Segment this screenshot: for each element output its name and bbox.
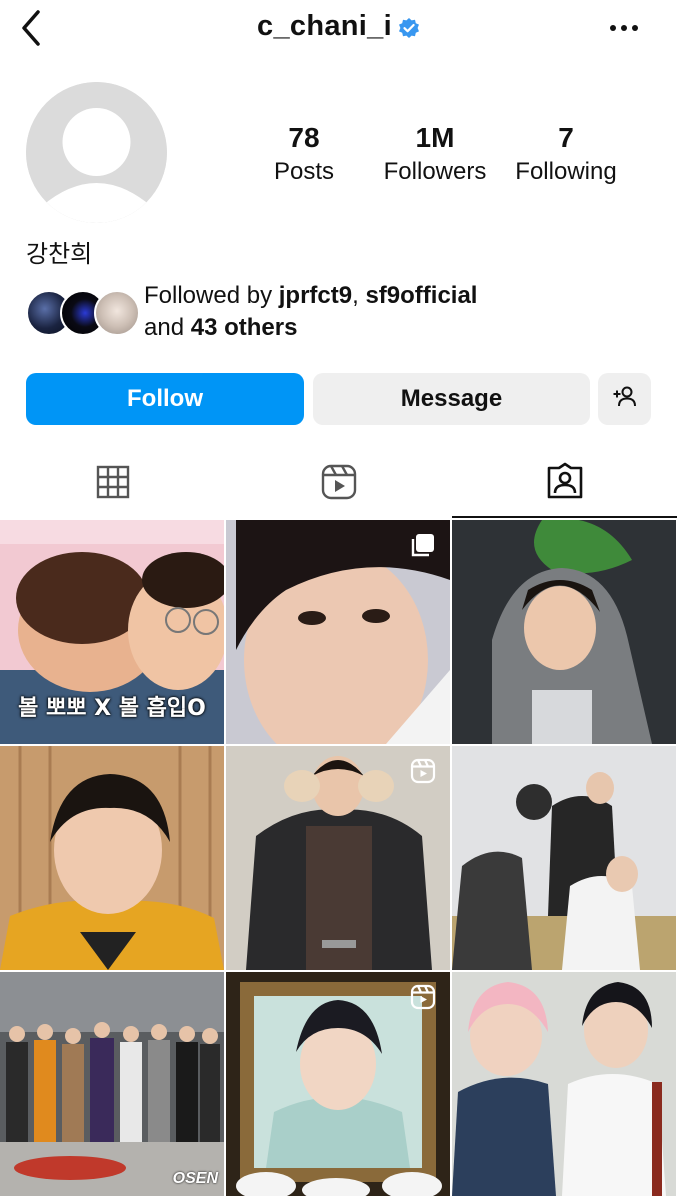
- reel-icon: [410, 758, 436, 784]
- following-stat[interactable]: 7 Following: [505, 122, 627, 190]
- suggest-users-button[interactable]: [598, 373, 651, 425]
- posts-label: Posts: [273, 158, 335, 185]
- post-thumbnail[interactable]: [226, 746, 450, 970]
- post-image: [452, 972, 676, 1196]
- post-image: [0, 746, 224, 970]
- display-name: 강찬희: [26, 240, 93, 268]
- post-thumbnail[interactable]: [0, 746, 224, 970]
- post-image: [452, 746, 676, 970]
- following-label: Following: [515, 158, 617, 185]
- posts-stat[interactable]: 78 Posts: [258, 122, 350, 190]
- post-thumbnail[interactable]: 볼 뽀뽀 X 볼 흡입O: [0, 520, 224, 744]
- tab-tagged[interactable]: [452, 450, 677, 518]
- post-thumbnail[interactable]: [452, 746, 676, 970]
- post-thumbnail[interactable]: [226, 520, 450, 744]
- reels-icon: [321, 464, 357, 505]
- following-count: 7: [558, 122, 574, 153]
- verified-badge-icon: [398, 14, 420, 39]
- tagged-person-icon: [546, 462, 584, 505]
- reel-icon: [410, 984, 436, 1010]
- profile-username: c_chani_i: [257, 10, 392, 42]
- separator: ,: [352, 282, 366, 309]
- followed-by-text[interactable]: Followed by jprfct9, sf9official and 43 …: [144, 280, 477, 344]
- grid-icon: [96, 465, 130, 504]
- followed-by-prefix: Followed by: [144, 282, 279, 309]
- post-thumbnail[interactable]: OSEN: [0, 972, 224, 1196]
- tagged-posts-grid: 볼 뽀뽀 X 볼 흡입O OSEN: [0, 520, 677, 1200]
- followers-count: 1M: [415, 122, 455, 153]
- tab-reels[interactable]: [226, 450, 451, 518]
- profile-header-title: c_chani_i: [0, 10, 677, 43]
- watermark-text: OSEN: [172, 1170, 218, 1187]
- ellipsis-icon[interactable]: [607, 16, 641, 40]
- follow-button[interactable]: Follow: [26, 373, 304, 425]
- post-thumbnail[interactable]: [452, 520, 676, 744]
- post-image: [0, 972, 224, 1196]
- post-thumbnail[interactable]: [452, 972, 676, 1196]
- mutual-followers-avatars[interactable]: [26, 290, 140, 338]
- mutual-username[interactable]: sf9official: [365, 282, 477, 309]
- message-button[interactable]: Message: [313, 373, 590, 425]
- post-caption-overlay: 볼 뽀뽀 X 볼 흡입O: [18, 696, 206, 721]
- posts-count: 78: [288, 122, 320, 153]
- carousel-icon: [410, 532, 436, 558]
- post-image: [452, 520, 676, 744]
- post-thumbnail[interactable]: [226, 972, 450, 1196]
- profile-avatar[interactable]: [26, 82, 167, 223]
- followers-stat[interactable]: 1M Followers: [370, 122, 500, 190]
- mutual-avatar: [94, 290, 140, 336]
- top-bar: c_chani_i: [0, 0, 677, 58]
- others-count[interactable]: 43 others: [191, 314, 298, 341]
- and-text: and: [144, 314, 191, 341]
- followers-label: Followers: [383, 158, 487, 185]
- add-person-icon: [612, 385, 638, 414]
- profile-tabs: [0, 450, 677, 518]
- mutual-username[interactable]: jprfct9: [279, 282, 352, 309]
- tab-posts[interactable]: [0, 450, 225, 518]
